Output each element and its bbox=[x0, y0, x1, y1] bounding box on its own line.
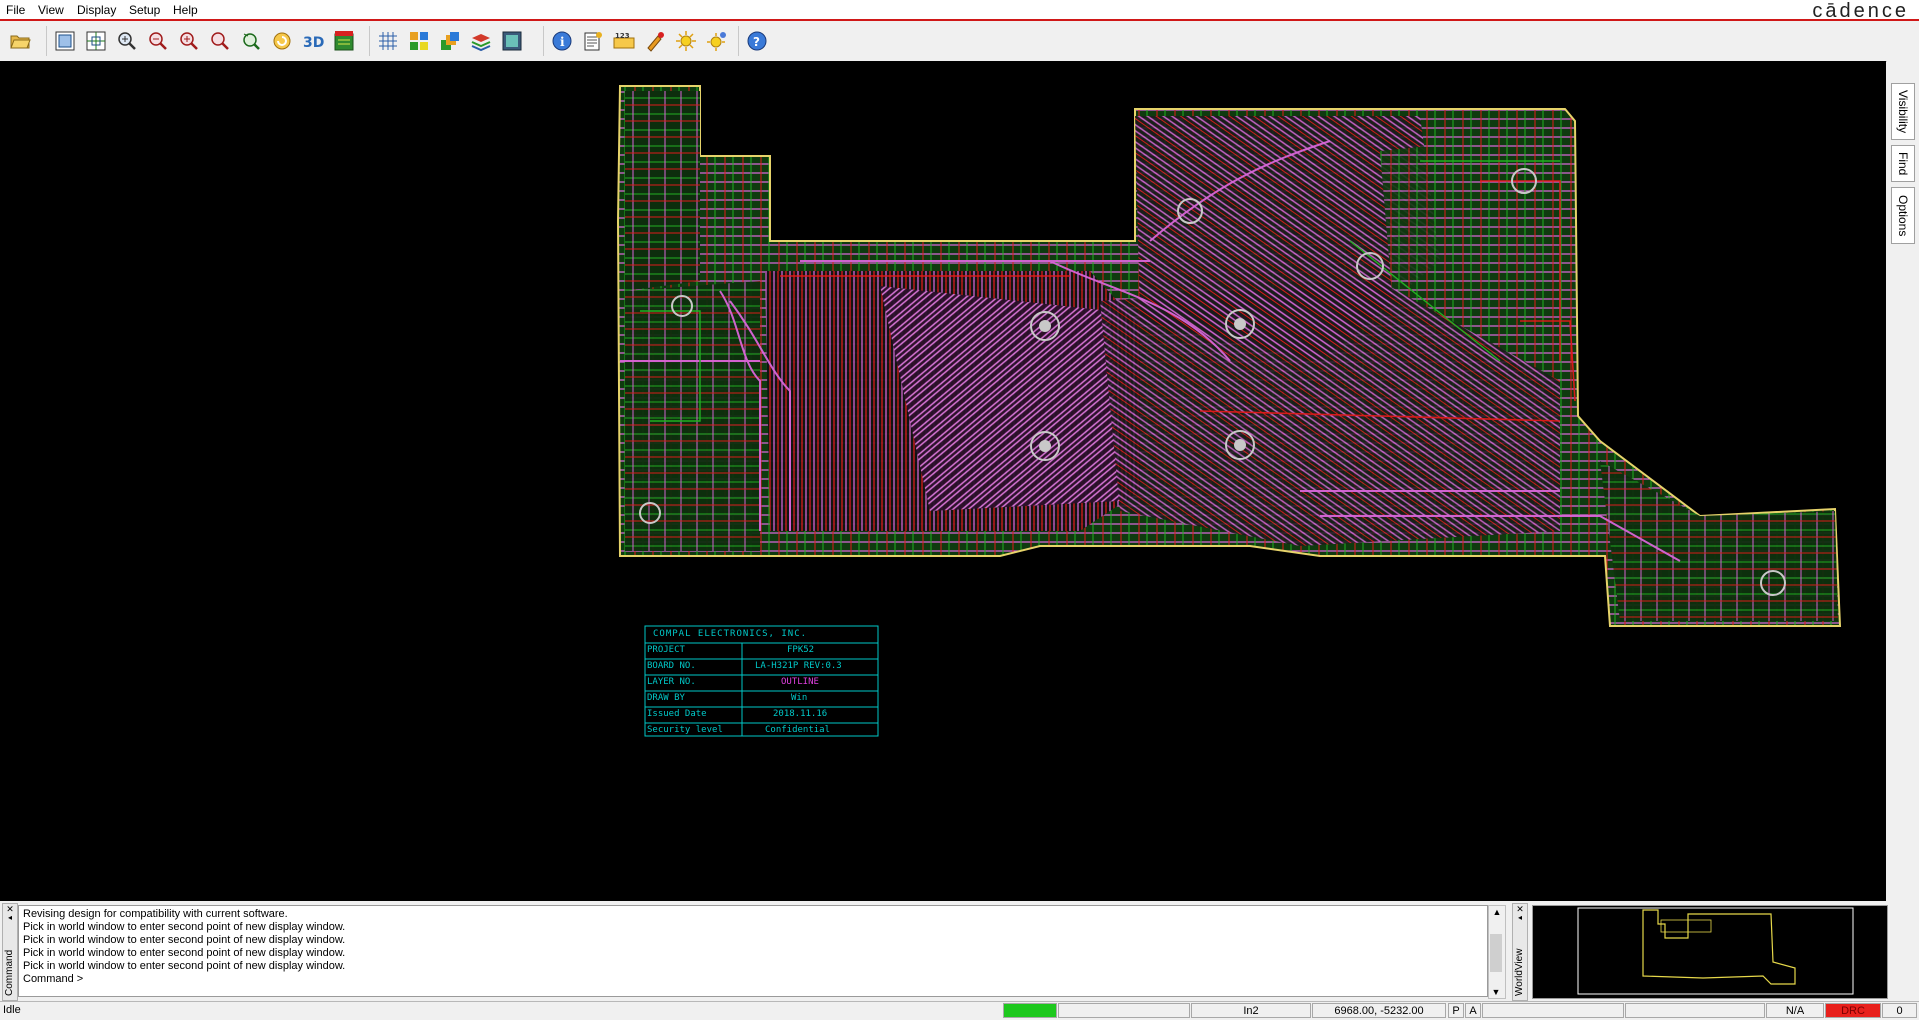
tab-options[interactable]: Options bbox=[1891, 187, 1915, 244]
right-side-tabs: Visibility Find Options bbox=[1887, 61, 1919, 901]
command-line: Pick in world window to enter second poi… bbox=[23, 921, 346, 933]
row-value-issued: 2018.11.16 bbox=[773, 709, 828, 719]
row-label-project: PROJECT bbox=[647, 645, 685, 655]
scroll-thumb[interactable] bbox=[1490, 934, 1502, 972]
command-line: Pick in world window to enter second poi… bbox=[23, 960, 346, 972]
design-canvas[interactable]: COMPAL ELECTRONICS, INC. PROJECT FPK52 B… bbox=[0, 61, 1886, 901]
scroll-up-icon[interactable]: ▲ bbox=[1489, 906, 1505, 918]
command-dock-handle[interactable]: ✕ ◂ Command bbox=[2, 903, 18, 1001]
title-block-text: COMPAL ELECTRONICS, INC. PROJECT FPK52 B… bbox=[645, 626, 878, 736]
open-folder-icon[interactable] bbox=[6, 27, 34, 55]
sun-icon[interactable] bbox=[672, 27, 700, 55]
flip-icon[interactable] bbox=[330, 27, 358, 55]
menu-help[interactable]: Help bbox=[173, 3, 198, 17]
zoom-prev-icon[interactable] bbox=[237, 27, 265, 55]
drc-indicator[interactable]: DRC bbox=[1825, 1003, 1881, 1018]
row-value-board: LA-H321P REV:0.3 bbox=[755, 661, 842, 671]
3d-view-icon[interactable]: 3D bbox=[299, 27, 327, 55]
toolbar-group-help: ? bbox=[738, 26, 775, 56]
svg-text:i: i bbox=[560, 35, 565, 49]
status-coords: 6968.00, -5232.00 bbox=[1312, 1003, 1446, 1018]
refresh-icon[interactable] bbox=[268, 27, 296, 55]
command-line: Revising design for compatibility with c… bbox=[23, 908, 288, 920]
status-state: Idle bbox=[3, 1004, 21, 1016]
zoom-fit-icon[interactable] bbox=[51, 27, 79, 55]
row-label-drawby: DRAW BY bbox=[647, 693, 685, 703]
cadence-logo: cādence bbox=[1812, 0, 1909, 22]
svg-text:3D: 3D bbox=[303, 35, 324, 51]
grid-icon[interactable] bbox=[374, 27, 402, 55]
row-label-board: BOARD NO. bbox=[647, 661, 696, 671]
command-side-label: Command bbox=[4, 949, 15, 996]
worldview-minimap[interactable] bbox=[1532, 905, 1888, 999]
command-line: Pick in world window to enter second poi… bbox=[23, 947, 346, 959]
tab-visibility[interactable]: Visibility bbox=[1891, 83, 1915, 140]
row-value-security: Confidential bbox=[765, 725, 831, 735]
svg-text:?: ? bbox=[753, 35, 760, 49]
number-icon[interactable]: 123 bbox=[610, 27, 638, 55]
row-value-drawby: Win bbox=[791, 693, 808, 703]
tab-find[interactable]: Find bbox=[1891, 145, 1915, 182]
status-count: 0 bbox=[1882, 1003, 1917, 1018]
stack-icon[interactable] bbox=[467, 27, 495, 55]
row-label-security: Security level bbox=[647, 725, 723, 735]
toolbar-group-display bbox=[369, 26, 530, 56]
worldview-dock-handle[interactable]: ✕ ◂ WorldView bbox=[1512, 903, 1528, 1001]
toolbar-group-zoom: 3D bbox=[46, 26, 362, 56]
menu-view[interactable]: View bbox=[38, 3, 64, 17]
row-label-layer: LAYER NO. bbox=[647, 677, 696, 687]
command-prompt[interactable]: Command > bbox=[23, 973, 1483, 986]
info-icon[interactable]: i bbox=[548, 27, 576, 55]
status-na: N/A bbox=[1766, 1003, 1824, 1018]
pcb-layout-drawing bbox=[616, 85, 1842, 737]
menu-setup[interactable]: Setup bbox=[129, 3, 160, 17]
command-scrollbar[interactable]: ▲ ▼ bbox=[1488, 905, 1506, 999]
row-value-layer: OUTLINE bbox=[781, 677, 819, 687]
status-units: In2 bbox=[1191, 1003, 1311, 1018]
row-value-project: FPK52 bbox=[787, 645, 815, 655]
row-label-issued: Issued Date bbox=[647, 709, 707, 719]
company-name: COMPAL ELECTRONICS, INC. bbox=[653, 629, 808, 639]
shadow-icon[interactable] bbox=[498, 27, 526, 55]
toolbar: 3D i 123 ? bbox=[0, 23, 1919, 62]
pin-icon[interactable]: ◂ bbox=[3, 914, 17, 922]
scroll-down-icon[interactable]: ▼ bbox=[1489, 987, 1503, 997]
menu-display[interactable]: Display bbox=[77, 3, 116, 17]
command-line: Pick in world window to enter second poi… bbox=[23, 934, 346, 946]
progress-fill bbox=[1004, 1004, 1056, 1017]
worldview-board-outline bbox=[1577, 907, 1854, 995]
zoom-points-icon[interactable] bbox=[175, 27, 203, 55]
toolbar-group-tools: i 123 bbox=[543, 26, 735, 56]
status-blank-2 bbox=[1482, 1003, 1624, 1018]
report-icon[interactable] bbox=[579, 27, 607, 55]
command-output[interactable]: Revising design for compatibility with c… bbox=[18, 905, 1488, 997]
status-blank-3 bbox=[1625, 1003, 1765, 1018]
status-a-button[interactable]: A bbox=[1465, 1003, 1481, 1018]
status-blank-1 bbox=[1058, 1003, 1190, 1018]
layer-icon[interactable] bbox=[436, 27, 464, 55]
menu-file[interactable]: File bbox=[6, 3, 25, 17]
status-bar: Idle In2 6968.00, -5232.00 P A N/A DRC 0 bbox=[0, 1001, 1919, 1020]
progress-indicator bbox=[1003, 1003, 1057, 1018]
toolbar-group-file bbox=[2, 26, 38, 56]
zoom-out-icon[interactable] bbox=[144, 27, 172, 55]
highlight-icon[interactable] bbox=[641, 27, 669, 55]
command-panel: ✕ ◂ Command Revising design for compatib… bbox=[0, 903, 1919, 1001]
sun-settings-icon[interactable] bbox=[703, 27, 731, 55]
help-icon[interactable]: ? bbox=[743, 27, 771, 55]
zoom-previous-icon[interactable] bbox=[206, 27, 234, 55]
worldview-side-label: WorldView bbox=[1514, 948, 1525, 996]
svg-text:123: 123 bbox=[615, 32, 630, 40]
zoom-in-icon[interactable] bbox=[113, 27, 141, 55]
status-p-button[interactable]: P bbox=[1448, 1003, 1464, 1018]
color-icon[interactable] bbox=[405, 27, 433, 55]
pin-icon[interactable]: ◂ bbox=[1513, 914, 1527, 922]
menu-bar: File View Display Setup Help cādence bbox=[0, 0, 1919, 22]
zoom-world-icon[interactable] bbox=[82, 27, 110, 55]
